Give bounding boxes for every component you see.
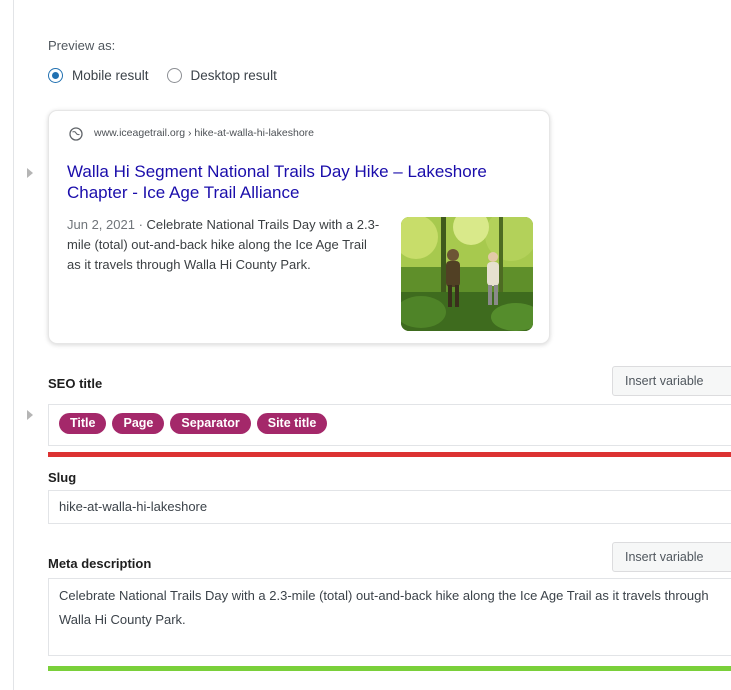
- slug-value: hike-at-walla-hi-lakeshore: [59, 499, 208, 514]
- variable-pill-page[interactable]: Page: [112, 413, 165, 434]
- seo-title-input[interactable]: Title Page Separator Site title: [48, 404, 731, 446]
- globe-icon: [69, 127, 83, 141]
- radio-selected-icon[interactable]: [48, 68, 63, 83]
- snippet-thumbnail-image: [401, 217, 533, 331]
- seo-title-insert-variable-button[interactable]: Insert variable: [612, 366, 731, 396]
- snippet-date-separator: ·: [134, 217, 147, 232]
- variable-pill-site-title[interactable]: Site title: [256, 413, 328, 434]
- slug-input[interactable]: hike-at-walla-hi-lakeshore: [48, 490, 731, 524]
- seo-title-label: SEO title: [48, 376, 103, 391]
- meta-description-value: Celebrate National Trails Day with a 2.3…: [59, 588, 709, 627]
- slug-label: Slug: [48, 470, 77, 485]
- collapse-arrow-icon[interactable]: [27, 410, 33, 420]
- snippet-description: Jun 2, 2021 · Celebrate National Trails …: [67, 215, 382, 275]
- desktop-result-label: Desktop result: [190, 68, 277, 83]
- desktop-result-radio[interactable]: Desktop result: [166, 68, 277, 83]
- google-preview-card: www.iceagetrail.org › hike-at-walla-hi-l…: [48, 110, 550, 344]
- seo-title-progress-bar: [48, 452, 731, 457]
- left-border: [13, 0, 14, 690]
- radio-unselected-icon[interactable]: [166, 68, 182, 83]
- variable-pill-title[interactable]: Title: [59, 413, 107, 434]
- preview-as-label: Preview as:: [48, 38, 116, 53]
- variable-pill-separator[interactable]: Separator: [170, 413, 251, 434]
- meta-description-progress-bar: [48, 666, 731, 671]
- snippet-date: Jun 2, 2021: [67, 217, 135, 232]
- mobile-result-radio[interactable]: Mobile result: [48, 68, 149, 83]
- preview-mode-radio-group: Mobile result Desktop result: [48, 68, 295, 83]
- snippet-title[interactable]: Walla Hi Segment National Trails Day Hik…: [67, 161, 497, 203]
- meta-description-label: Meta description: [48, 556, 152, 571]
- mobile-result-label: Mobile result: [72, 68, 149, 83]
- meta-description-textarea[interactable]: Celebrate National Trails Day with a 2.3…: [48, 578, 731, 656]
- collapse-arrow-icon[interactable]: [27, 168, 33, 178]
- snippet-url: www.iceagetrail.org › hike-at-walla-hi-l…: [94, 127, 315, 139]
- meta-description-insert-variable-button[interactable]: Insert variable: [612, 542, 731, 572]
